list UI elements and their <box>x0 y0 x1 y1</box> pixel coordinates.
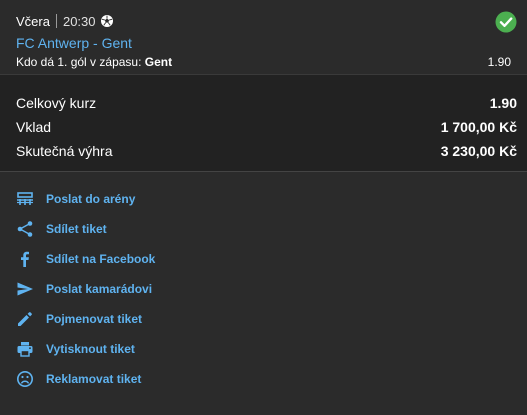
send-to-friend-button[interactable]: Poslat kamarádovi <box>0 274 527 304</box>
rename-ticket-button[interactable]: Pojmenovat tiket <box>0 304 527 334</box>
printer-icon <box>16 340 34 358</box>
action-label: Vytisknout tiket <box>46 342 135 356</box>
bet-time: 20:30 <box>62 13 96 29</box>
pencil-icon <box>16 310 34 328</box>
action-label: Sdílet na Facebook <box>46 252 156 266</box>
print-ticket-button[interactable]: Vytisknout tiket <box>0 334 527 364</box>
match-name[interactable]: FC Antwerp - Gent <box>16 34 517 53</box>
complain-ticket-button[interactable]: Reklamovat tiket <box>0 364 527 394</box>
send-icon <box>16 280 34 298</box>
bet-meta: Včera 20:30 <box>16 11 517 31</box>
meta-divider <box>55 14 57 28</box>
bet-card: Včera 20:30 FC Antwerp - Gent Kdo dá 1. … <box>0 0 527 75</box>
total-odds-label: Celkový kurz <box>16 95 97 111</box>
action-label: Pojmenovat tiket <box>46 312 143 326</box>
payout-row: Skutečná výhra 3 230,00 Kč <box>16 139 517 163</box>
sad-face-icon <box>16 370 34 388</box>
stake-value: 1 700,00 Kč <box>440 119 517 135</box>
total-odds-value: 1.90 <box>489 95 517 111</box>
action-label: Poslat kamarádovi <box>46 282 153 296</box>
share-facebook-button[interactable]: Sdílet na Facebook <box>0 244 527 274</box>
action-label: Poslat do arény <box>46 192 136 206</box>
stake-label: Vklad <box>16 119 52 135</box>
ticket-actions: Poslat do arény Sdílet tiket Sdílet na F… <box>0 172 527 394</box>
soccer-ball-icon <box>100 15 113 27</box>
send-to-arena-button[interactable]: Poslat do arény <box>0 184 527 214</box>
market-row: Kdo dá 1. gól v zápasu: Gent 1.90 <box>16 55 517 69</box>
total-odds-row: Celkový kurz 1.90 <box>16 91 517 115</box>
action-label: Sdílet tiket <box>46 222 107 236</box>
share-ticket-button[interactable]: Sdílet tiket <box>0 214 527 244</box>
bet-odds: 1.90 <box>487 55 511 69</box>
market-value: Gent <box>144 55 173 69</box>
arena-icon <box>16 190 34 208</box>
ticket-summary: Celkový kurz 1.90 Vklad 1 700,00 Kč Skut… <box>0 75 527 172</box>
facebook-icon <box>16 250 34 268</box>
share-icon <box>16 220 34 238</box>
market-selection: Kdo dá 1. gól v zápasu: Gent <box>16 55 172 69</box>
market-label: Kdo dá 1. gól v zápasu: <box>16 55 142 69</box>
bet-day: Včera <box>16 13 50 29</box>
stake-row: Vklad 1 700,00 Kč <box>16 115 517 139</box>
check-circle-icon <box>495 11 517 33</box>
payout-label: Skutečná výhra <box>16 143 113 159</box>
payout-value: 3 230,00 Kč <box>440 143 517 159</box>
action-label: Reklamovat tiket <box>46 372 142 386</box>
